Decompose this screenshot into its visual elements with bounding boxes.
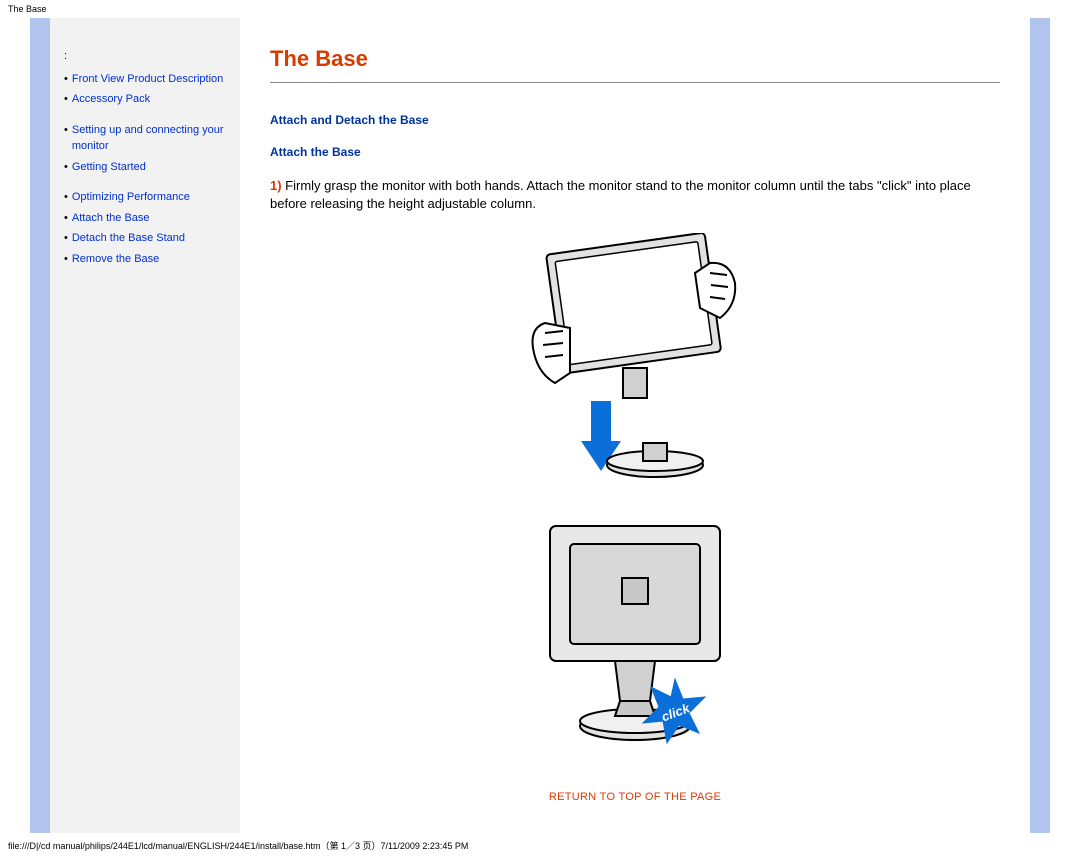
- bullet-icon: •: [64, 91, 68, 108]
- sidebar-item[interactable]: • Attach the Base: [64, 210, 230, 227]
- page-frame: : • Front View Product Description • Acc…: [30, 18, 1050, 833]
- sidebar-item[interactable]: • Front View Product Description: [64, 71, 230, 88]
- illustration-attach: [270, 233, 1000, 486]
- section-heading: Attach and Detach the Base: [270, 113, 1000, 127]
- sidebar-item[interactable]: • Setting up and connecting your monitor: [64, 122, 230, 155]
- sidebar-item[interactable]: • Getting Started: [64, 159, 230, 176]
- sidebar-link[interactable]: Attach the Base: [72, 210, 150, 227]
- bullet-icon: •: [64, 210, 68, 227]
- bullet-icon: •: [64, 159, 68, 176]
- illustration-click: click: [270, 516, 1000, 759]
- bullet-icon: •: [64, 251, 68, 268]
- page-title: The Base: [270, 46, 1000, 72]
- sidebar-link[interactable]: Accessory Pack: [72, 91, 150, 108]
- step-number: 1): [270, 178, 282, 193]
- monitor-hands-illustration: [515, 233, 755, 483]
- sidebar-link[interactable]: Front View Product Description: [72, 71, 223, 88]
- sidebar-item[interactable]: • Optimizing Performance: [64, 189, 230, 206]
- bullet-icon: •: [64, 230, 68, 247]
- monitor-base-click-illustration: click: [520, 516, 750, 756]
- main-content: The Base Attach and Detach the Base Atta…: [240, 18, 1030, 833]
- return-to-top[interactable]: RETURN TO TOP OF THE PAGE: [270, 789, 1000, 803]
- section-subheading: Attach the Base: [270, 145, 1000, 159]
- sidebar-link[interactable]: Getting Started: [72, 159, 146, 176]
- bullet-icon: •: [64, 122, 68, 155]
- sidebar-nav: : • Front View Product Description • Acc…: [50, 18, 240, 833]
- bullet-icon: •: [64, 189, 68, 206]
- footer-path: file:///D|/cd manual/philips/244E1/lcd/m…: [0, 833, 1080, 862]
- bullet-icon: •: [64, 71, 68, 88]
- sidebar-link[interactable]: Optimizing Performance: [72, 189, 190, 206]
- sidebar-item[interactable]: • Detach the Base Stand: [64, 230, 230, 247]
- divider: [270, 82, 1000, 83]
- sidebar-link[interactable]: Setting up and connecting your monitor: [72, 122, 230, 155]
- return-to-top-link[interactable]: RETURN TO TOP OF THE PAGE: [549, 791, 721, 803]
- header-path: The Base: [0, 0, 1080, 18]
- sidebar-item[interactable]: • Accessory Pack: [64, 91, 230, 108]
- step-instruction: 1) Firmly grasp the monitor with both ha…: [270, 177, 1000, 213]
- step-text: Firmly grasp the monitor with both hands…: [270, 178, 971, 211]
- sidebar-item[interactable]: • Remove the Base: [64, 251, 230, 268]
- sidebar-link[interactable]: Remove the Base: [72, 251, 159, 268]
- sidebar-link[interactable]: Detach the Base Stand: [72, 230, 185, 247]
